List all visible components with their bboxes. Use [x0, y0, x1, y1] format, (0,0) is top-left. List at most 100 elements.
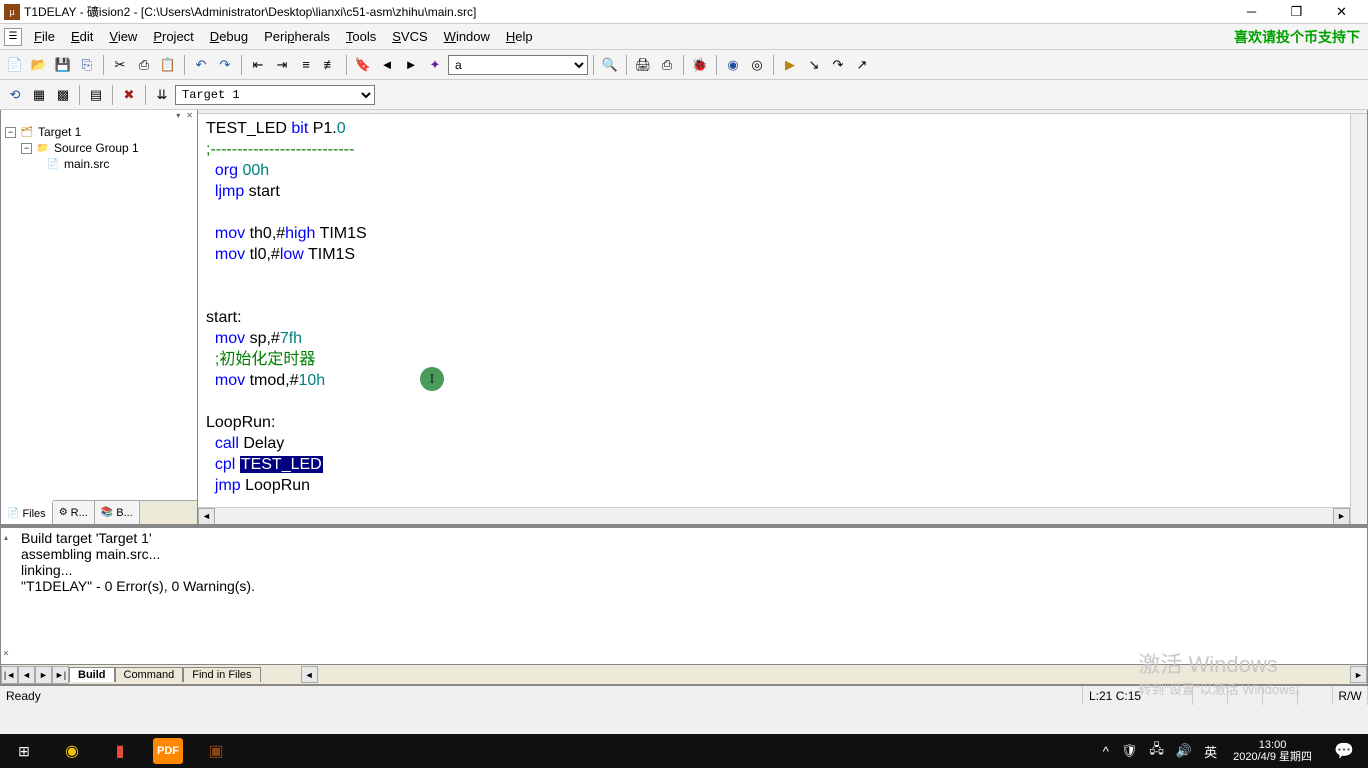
separator [241, 55, 242, 75]
step-out-icon[interactable]: ↗ [851, 54, 873, 76]
taskbar-uvision-icon[interactable]: ▣ [192, 734, 240, 768]
new-file-icon[interactable]: 📄 [4, 54, 26, 76]
tray-shield-icon[interactable]: 🛡 [1117, 743, 1142, 759]
menu-project[interactable]: Project [145, 27, 201, 46]
menu-view[interactable]: View [101, 27, 145, 46]
copy-icon[interactable]: ⎙ [133, 54, 155, 76]
breakpoint-icon[interactable]: ◉ [722, 54, 744, 76]
open-icon[interactable]: 📂 [28, 54, 50, 76]
scroll-right-icon[interactable]: ► [1333, 508, 1350, 524]
menu-debug[interactable]: Debug [202, 27, 256, 46]
scroll-right-icon[interactable]: ► [1350, 666, 1367, 683]
maximize-button[interactable]: ❐ [1274, 0, 1319, 24]
tray-network-icon[interactable]: 🖧 [1145, 740, 1168, 762]
print-preview-icon[interactable]: ⎙ [656, 54, 678, 76]
taskbar-chrome-icon[interactable]: ◉ [48, 734, 96, 768]
bookmark-prev-icon[interactable]: ◄ [376, 54, 398, 76]
files-tab-icon: 📄 [7, 508, 19, 519]
menu-edit[interactable]: Edit [63, 27, 101, 46]
menu-peripherals[interactable]: Peripherals [256, 27, 338, 46]
status-ready: Ready [0, 686, 1083, 705]
tab-prev-icon[interactable]: ◄ [18, 666, 35, 684]
close-button[interactable]: ✕ [1319, 0, 1364, 24]
menu-tools[interactable]: Tools [338, 27, 384, 46]
start-button[interactable]: ⊞ [0, 734, 48, 768]
doc-menu-icon[interactable]: ☰ [4, 28, 22, 46]
output-hscroll[interactable]: ◄ ► [261, 666, 1367, 683]
bookmark-icon[interactable]: 🔖 [352, 54, 374, 76]
project-panel: ▾ ✕ − 🗂 Target 1 − 📁 Source Group 1 📄 ma… [0, 110, 198, 525]
save-icon[interactable]: 💾 [52, 54, 74, 76]
output-line: "T1DELAY" - 0 Error(s), 0 Warning(s). [21, 578, 1359, 594]
tab-find-in-files[interactable]: Find in Files [183, 667, 260, 682]
status-position: L:21 C:15 [1083, 686, 1193, 705]
step-icon[interactable]: ↘ [803, 54, 825, 76]
build-icon[interactable]: ▦ [28, 84, 50, 106]
translate-icon[interactable]: ⟲ [4, 84, 26, 106]
taskbar-clock[interactable]: 13:00 2020/4/9 星期四 [1225, 739, 1320, 763]
tab-first-icon[interactable]: |◄ [1, 666, 18, 684]
cut-icon[interactable]: ✂ [109, 54, 131, 76]
print-icon[interactable]: 🖨 [632, 54, 654, 76]
tray-ime-icon[interactable]: 英 [1200, 742, 1221, 761]
tab-regs[interactable]: ⚙R... [53, 501, 95, 524]
taskbar-pdf-icon[interactable]: PDF [153, 738, 183, 764]
download-icon[interactable]: ⇊ [151, 84, 173, 106]
menu-help[interactable]: Help [498, 27, 541, 46]
build-all-icon[interactable]: ▤ [85, 84, 107, 106]
redo-icon[interactable]: ↷ [214, 54, 236, 76]
output-line: assembling main.src... [21, 546, 1359, 562]
tab-books[interactable]: 📚B... [95, 501, 140, 524]
build-output[interactable]: ▴✕ Build target 'Target 1' assembling ma… [0, 527, 1368, 665]
tray-volume-icon[interactable]: 🔊 [1172, 743, 1196, 759]
comment-icon[interactable]: ≡ [295, 54, 317, 76]
scroll-left-icon[interactable]: ◄ [198, 508, 215, 524]
editor-hscrollbar[interactable]: ◄ ► [198, 507, 1350, 524]
tab-build[interactable]: Build [69, 667, 115, 682]
minimize-button[interactable]: ─ [1229, 0, 1274, 24]
indent-right-icon[interactable]: ⇥ [271, 54, 293, 76]
tree-source-group[interactable]: − 📁 Source Group 1 [5, 140, 193, 156]
panel-grip[interactable]: ▴✕ [1, 528, 11, 664]
collapse-icon[interactable]: − [5, 127, 16, 138]
panel-auto-hide-icon[interactable]: ▾ [174, 111, 182, 120]
paste-icon[interactable]: 📋 [157, 54, 179, 76]
tree-target[interactable]: − 🗂 Target 1 [5, 124, 193, 140]
scroll-left-icon[interactable]: ◄ [301, 666, 318, 683]
tray-expand-icon[interactable]: ^ [1099, 744, 1113, 759]
project-tree[interactable]: − 🗂 Target 1 − 📁 Source Group 1 📄 main.s… [1, 120, 197, 500]
menu-svcs[interactable]: SVCS [384, 27, 435, 46]
tab-command[interactable]: Command [115, 667, 184, 682]
menu-window[interactable]: Window [436, 27, 498, 46]
tab-next-icon[interactable]: ► [35, 666, 52, 684]
save-all-icon[interactable]: ⎘ [76, 54, 98, 76]
rebuild-icon[interactable]: ▩ [52, 84, 74, 106]
notification-center-icon[interactable]: 💬 [1324, 734, 1364, 768]
uncomment-icon[interactable]: ≢ [319, 54, 341, 76]
debug-icon[interactable]: 🐞 [689, 54, 711, 76]
find-combo[interactable]: a [448, 55, 588, 75]
tab-last-icon[interactable]: ►| [52, 666, 69, 684]
find-icon[interactable]: 🔍 [599, 54, 621, 76]
bookmark-next-icon[interactable]: ► [400, 54, 422, 76]
tree-file-main[interactable]: 📄 main.src [5, 156, 193, 172]
editor-vscrollbar[interactable] [1350, 114, 1367, 524]
code-editor[interactable]: TEST_LED bit P1.0 ;---------------------… [198, 114, 1367, 524]
target-combo[interactable]: Target 1 [175, 85, 375, 105]
menu-file[interactable]: FFileile [26, 27, 63, 46]
undo-icon[interactable]: ↶ [190, 54, 212, 76]
step-over-icon[interactable]: ↷ [827, 54, 849, 76]
tab-regs-label: R... [71, 507, 88, 519]
run-icon[interactable]: ▶ [779, 54, 801, 76]
bookmark-clear-icon[interactable]: ✦ [424, 54, 446, 76]
tree-target-label: Target 1 [38, 125, 81, 139]
taskbar-app1-icon[interactable]: ▮ [96, 734, 144, 768]
breakpoint-kill-icon[interactable]: ◎ [746, 54, 768, 76]
indent-left-icon[interactable]: ⇤ [247, 54, 269, 76]
panel-close-icon[interactable]: ✕ [184, 111, 195, 120]
collapse-icon[interactable]: − [21, 143, 32, 154]
stop-build-icon[interactable]: ✖ [118, 84, 140, 106]
tab-files[interactable]: 📄Files [1, 500, 53, 524]
project-tabs: 📄Files ⚙R... 📚B... [1, 500, 197, 524]
toolbar-main: 📄 📂 💾 ⎘ ✂ ⎙ 📋 ↶ ↷ ⇤ ⇥ ≡ ≢ 🔖 ◄ ► ✦ a 🔍 🖨 … [0, 50, 1368, 80]
